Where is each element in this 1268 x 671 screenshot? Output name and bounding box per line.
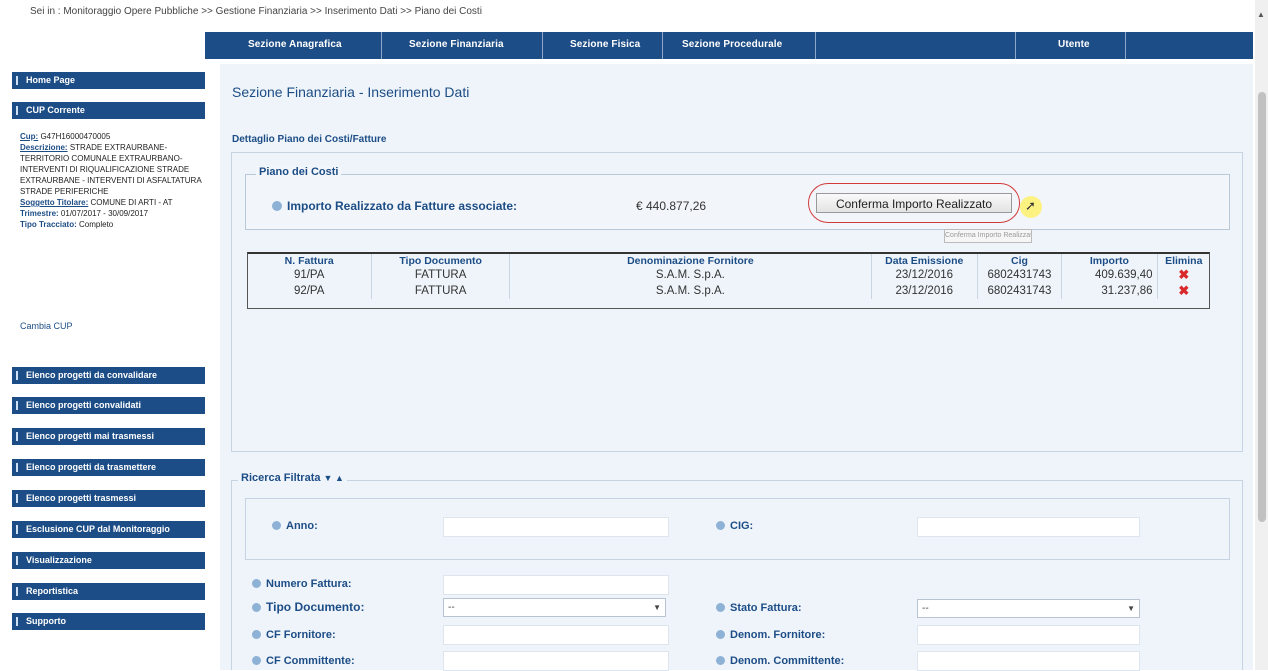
col-header-data-emissione[interactable]: Data Emissione (871, 254, 978, 267)
cf-fornitore-input[interactable] (443, 625, 669, 645)
fatture-table: N. Fattura Tipo Documento Denominazione … (247, 254, 1210, 299)
sidebar-item-progetti-da-trasmettere[interactable]: Elenco progetti da trasmettere (12, 459, 205, 476)
col-header-cig[interactable]: Cig (977, 254, 1063, 267)
col-header-n-fattura[interactable]: N. Fattura (247, 254, 373, 267)
cell-data-emissione: 23/12/2016 (871, 283, 978, 299)
sidebar-item-reportistica[interactable]: Reportistica (12, 583, 205, 600)
numero-fattura-label: Numero Fattura: (252, 578, 352, 590)
denom-fornitore-label: Denom. Fornitore: (716, 629, 825, 641)
sidebar-item-esclusione-cup[interactable]: Esclusione CUP dal Monitoraggio (12, 521, 205, 538)
sidebar-item-home-page[interactable]: Home Page (12, 72, 205, 89)
cell-cig: 6802431743 (977, 267, 1063, 283)
tab-separator (1015, 32, 1016, 59)
cell-tipo-documento: FATTURA (371, 283, 510, 299)
numero-fattura-input[interactable] (443, 575, 669, 595)
info-bullet-icon (272, 201, 282, 211)
anno-label: Anno: (272, 520, 318, 532)
cambia-cup-link[interactable]: Cambia CUP (20, 321, 73, 331)
cf-committente-label: CF Committente: (252, 655, 355, 667)
tab-sezione-fisica[interactable]: Sezione Fisica (570, 39, 640, 50)
cup-info: Cup: G47H16000470005 Descrizione: STRADE… (20, 131, 210, 230)
trimestre-value: 01/07/2017 - 30/09/2017 (60, 209, 149, 218)
anno-input[interactable] (443, 517, 669, 537)
sidebar-item-supporto[interactable]: Supporto (12, 613, 205, 630)
importo-label: Importo Realizzato da Fatture associate: (272, 199, 517, 213)
button-tooltip: Conferma Importo Realizzato (944, 229, 1032, 243)
tab-utente[interactable]: Utente (1058, 39, 1090, 50)
descrizione-label: Descrizione: (20, 143, 68, 152)
sidebar-item-visualizzazione[interactable]: Visualizzazione (12, 552, 205, 569)
cf-committente-input[interactable] (443, 651, 669, 671)
sidebar-item-progetti-mai-trasmessi[interactable]: Elenco progetti mai trasmessi (12, 428, 205, 445)
dettaglio-title: Dettaglio Piano dei Costi/Fatture (232, 134, 387, 145)
denom-fornitore-input[interactable] (917, 625, 1140, 645)
tipo-tracciato-label: Tipo Tracciato: (20, 220, 77, 229)
cell-elimina: ✖ (1157, 267, 1210, 283)
top-navigation: Sezione Anagrafica Sezione Finanziaria S… (205, 32, 1253, 59)
cell-importo: 31.237,86 (1061, 283, 1158, 299)
ricerca-legend: Ricerca Filtrata ▼ ▲ (238, 472, 347, 484)
cell-tipo-documento: FATTURA (371, 267, 510, 283)
tab-sezione-anagrafica[interactable]: Sezione Anagrafica (248, 39, 342, 50)
cell-denominazione: S.A.M. S.p.A. (509, 267, 872, 283)
mouse-cursor-icon: ➚ (1020, 196, 1042, 218)
tab-separator (815, 32, 816, 59)
sidebar-item-progetti-da-convalidare[interactable]: Elenco progetti da convalidare (12, 367, 205, 384)
tipo-tracciato-value: Completo (79, 220, 114, 229)
soggetto-titolare-value: COMUNE DI ARTI - AT (90, 198, 173, 207)
denom-committente-label: Denom. Committente: (716, 655, 844, 667)
denom-committente-input[interactable] (917, 651, 1140, 671)
stato-fattura-select[interactable]: -- ▼ (917, 599, 1140, 618)
cell-denominazione: S.A.M. S.p.A. (509, 283, 872, 299)
cup-value: G47H16000470005 (40, 132, 111, 141)
tipo-documento-label: Tipo Documento: (252, 600, 364, 614)
cell-n-fattura: 92/PA (247, 283, 373, 299)
breadcrumb: Sei in : Monitoraggio Opere Pubbliche >>… (30, 6, 482, 17)
cell-data-emissione: 23/12/2016 (871, 267, 978, 283)
tab-separator (542, 32, 543, 59)
cig-input[interactable] (917, 517, 1140, 537)
sidebar-item-progetti-trasmessi[interactable]: Elenco progetti trasmessi (12, 490, 205, 507)
cf-fornitore-label: CF Fornitore: (252, 629, 336, 641)
scrollbar-thumb[interactable] (1258, 92, 1266, 522)
expand-collapse-toggle-icon[interactable]: ▼ ▲ (324, 473, 344, 483)
tab-sezione-procedurale[interactable]: Sezione Procedurale (682, 39, 782, 50)
tab-sezione-finanziaria[interactable]: Sezione Finanziaria (409, 39, 504, 50)
col-header-importo[interactable]: Importo (1061, 254, 1158, 267)
col-header-tipo-documento[interactable]: Tipo Documento (371, 254, 510, 267)
conferma-importo-button[interactable]: Conferma Importo Realizzato (816, 193, 1012, 213)
col-header-elimina: Elimina (1165, 254, 1203, 267)
delete-icon[interactable]: ✖ (1178, 283, 1189, 298)
cell-n-fattura: 91/PA (247, 267, 373, 283)
cup-label: Cup: (20, 132, 39, 141)
tab-separator (662, 32, 663, 59)
cig-label: CIG: (716, 520, 753, 532)
importo-value: € 440.877,26 (636, 199, 707, 213)
table-row: 92/PA FATTURA S.A.M. S.p.A. 23/12/2016 6… (247, 283, 1210, 299)
sidebar-item-progetti-convalidati[interactable]: Elenco progetti convalidati (12, 397, 205, 414)
soggetto-titolare-label: Soggetto Titolare: (20, 198, 89, 207)
col-header-denominazione[interactable]: Denominazione Fornitore (509, 254, 872, 267)
piano-costi-legend: Piano dei Costi (256, 166, 342, 178)
tipo-documento-select[interactable]: -- ▼ (443, 598, 666, 617)
page-title: Sezione Finanziaria - Inserimento Dati (232, 84, 470, 100)
stato-fattura-label: Stato Fattura: (716, 602, 802, 614)
cell-elimina: ✖ (1157, 283, 1210, 299)
table-row: 91/PA FATTURA S.A.M. S.p.A. 23/12/2016 6… (247, 267, 1210, 283)
cell-cig: 6802431743 (977, 283, 1063, 299)
cell-importo: 409.639,40 (1061, 267, 1158, 283)
trimestre-label: Trimestre: (20, 209, 59, 218)
scroll-up-arrow-icon[interactable]: ▲ (1257, 10, 1265, 19)
tab-separator (381, 32, 382, 59)
tab-separator (1125, 32, 1126, 59)
sidebar-item-cup-corrente[interactable]: CUP Corrente (12, 102, 205, 119)
delete-icon[interactable]: ✖ (1178, 267, 1189, 282)
table-header-row: N. Fattura Tipo Documento Denominazione … (247, 254, 1210, 267)
